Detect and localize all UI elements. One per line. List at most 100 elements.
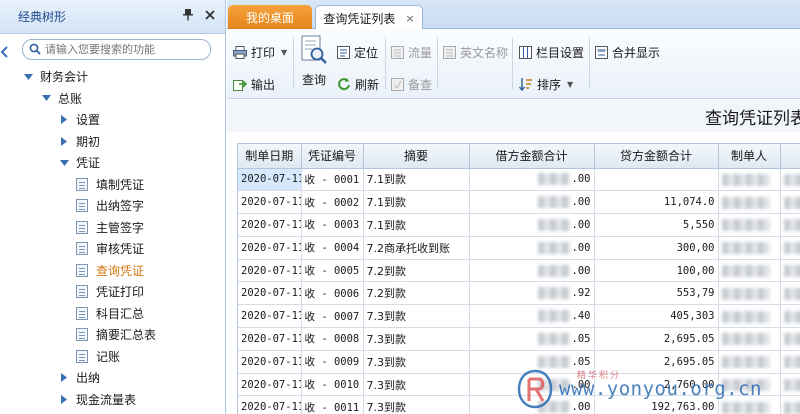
tree-node[interactable]: 总账: [0, 88, 225, 110]
redacted-mask: [537, 287, 570, 300]
table-row[interactable]: 2020-07-11 收 - 0001 7.1到款 .00: [238, 168, 800, 192]
document-icon: [76, 285, 88, 299]
pin-icon[interactable]: [179, 8, 197, 25]
redacted-mask: [537, 264, 570, 277]
tree-node[interactable]: 记账: [0, 346, 225, 368]
dropdown-caret-icon[interactable]: ▼: [281, 48, 287, 57]
sort-button[interactable]: 排序 ▼: [519, 75, 573, 93]
column-header[interactable]: 审: [780, 144, 800, 169]
merge-display-label: 合并显示: [612, 45, 661, 60]
column-header[interactable]: 制单日期: [238, 144, 302, 169]
tree-node[interactable]: 摘要汇总表: [0, 324, 225, 346]
tree-node[interactable]: 财务会计: [0, 66, 225, 88]
cell-summary: 7.3到款: [363, 304, 470, 329]
refresh-button[interactable]: 刷新: [337, 75, 379, 93]
table-row[interactable]: 2020-07-11 收 - 0004 7.2商承托收到账 .00 300,00: [238, 236, 800, 260]
tree-node-label: 总账: [58, 91, 83, 106]
expanded-chevron-icon[interactable]: [22, 73, 34, 80]
dropdown-caret-icon[interactable]: ▼: [567, 80, 573, 89]
query-button[interactable]: 查询: [297, 35, 331, 89]
collapsed-chevron-icon[interactable]: [58, 373, 70, 383]
tree-node[interactable]: 现金流量表: [0, 389, 225, 411]
redacted-mask: [783, 310, 800, 323]
column-header[interactable]: 凭证编号: [301, 144, 364, 169]
flow-button[interactable]: 流量: [391, 43, 432, 61]
tree-node[interactable]: 查询凭证: [0, 260, 225, 282]
tree-node[interactable]: 审核凭证: [0, 238, 225, 260]
cell-summary-text: 7.2到款: [366, 287, 407, 301]
cell-auditor: [780, 373, 800, 397]
cell-date-text: 2020-07-11: [241, 218, 301, 231]
cell-credit-text: 405,303: [670, 310, 715, 323]
table-row[interactable]: 2020-07-11 收 - 0007 7.3到款 .40 405,303: [238, 304, 800, 329]
cell-voucher-no: 收 - 0008: [301, 327, 364, 351]
table-row[interactable]: 2020-07-11 收 - 0005 7.2到款 .00 100,00: [238, 259, 800, 283]
cell-date: 2020-07-11: [238, 168, 302, 192]
cell-voucher-no-text: 收 - 0005: [304, 265, 360, 278]
redacted-mask: [783, 379, 800, 392]
tree-node-label: 出纳签字: [96, 199, 145, 214]
tree-node-label: 凭证打印: [96, 285, 145, 300]
refresh-icon: [337, 77, 351, 91]
refresh-label: 刷新: [355, 77, 380, 92]
expanded-chevron-icon[interactable]: [58, 159, 70, 166]
table-row[interactable]: 2020-07-11 收 - 0006 7.2到款 .92 553,79: [238, 281, 800, 306]
column-header[interactable]: 制单人: [718, 144, 781, 169]
tab-my-desktop[interactable]: 我的桌面: [228, 5, 312, 29]
english-name-button[interactable]: 英文名称: [443, 43, 508, 61]
close-icon[interactable]: [201, 9, 219, 24]
table-row[interactable]: 2020-07-11 收 - 0008 7.3到款 .05 2,695.05: [238, 327, 800, 351]
table-row[interactable]: 2020-07-11 收 - 0002 7.1到款 .00 11,074.0: [238, 190, 800, 215]
cell-date-text: 2020-07-11: [241, 264, 301, 277]
tab-voucher-list[interactable]: 查询凭证列表 ×: [315, 5, 423, 30]
cell-date-text: 2020-07-11: [241, 310, 301, 323]
locate-button[interactable]: 定位: [337, 43, 378, 61]
column-settings-label: 栏目设置: [536, 45, 585, 60]
tree-node[interactable]: 设置: [0, 109, 225, 131]
cell-debit: .00: [469, 236, 595, 260]
tree-node[interactable]: 凭证打印: [0, 281, 225, 303]
tree-node-label: 财务会计: [40, 70, 89, 85]
expanded-chevron-icon[interactable]: [40, 95, 52, 102]
print-button[interactable]: 打印 ▼: [233, 43, 287, 61]
tree-node[interactable]: 科目汇总: [0, 303, 225, 325]
cell-summary-text: 7.2商承托收到账: [366, 241, 451, 255]
function-tree: 财务会计总账设置 期初凭证填制凭证出纳签字主管签字 审核凭证 查询凭证凭证打印科目汇总…: [0, 64, 225, 410]
tree-node[interactable]: 出纳签字: [0, 195, 225, 217]
tree-node[interactable]: 凭证: [0, 152, 225, 174]
cell-summary-text: 7.1到款: [366, 173, 407, 187]
search-input[interactable]: [45, 42, 203, 57]
cell-credit: 11,074.0: [594, 190, 719, 215]
check-button[interactable]: 备查: [391, 75, 432, 93]
column-settings-button[interactable]: 栏目设置: [519, 43, 584, 61]
cell-voucher-no: 收 - 0011: [301, 395, 364, 414]
function-search-box[interactable]: [22, 39, 211, 60]
cell-debit: .00: [469, 259, 595, 283]
column-header[interactable]: 借方金额合计: [469, 144, 595, 169]
tree-node[interactable]: 出纳: [0, 367, 225, 389]
tree-node[interactable]: 主管签字: [0, 217, 225, 239]
merge-display-button[interactable]: 合并显示: [595, 43, 660, 61]
cell-credit-text: 5,550: [682, 218, 715, 231]
collapsed-chevron-icon[interactable]: [58, 136, 70, 146]
cell-credit: 405,303: [594, 304, 719, 329]
collapsed-chevron-icon[interactable]: [58, 115, 70, 125]
cell-summary: 7.3到款: [363, 395, 470, 414]
collapsed-chevron-icon[interactable]: [58, 394, 70, 404]
query-label: 查询: [301, 73, 326, 87]
tree-node[interactable]: 填制凭证: [0, 174, 225, 196]
column-header[interactable]: 摘要: [363, 144, 470, 169]
cell-maker: [718, 304, 781, 329]
cell-voucher-no: 收 - 0004: [301, 236, 364, 260]
tree-node-label: 凭证: [76, 156, 101, 171]
toolbar: 打印 ▼ 输出 查询 定位 刷新 流量 备查 英文名称 栏目设置 排序 ▼ 合并…: [227, 29, 800, 99]
document-icon: [76, 220, 88, 234]
table-row[interactable]: 2020-07-11 收 - 0003 7.1到款 .00 5,550: [238, 213, 800, 237]
tab-close-icon[interactable]: ×: [405, 12, 414, 25]
collapse-arrow-icon[interactable]: [0, 46, 8, 58]
cell-auditor: [780, 304, 800, 329]
tree-node[interactable]: 期初: [0, 131, 225, 153]
column-header[interactable]: 贷方金额合计: [594, 144, 719, 169]
export-button[interactable]: 输出: [233, 75, 275, 93]
cell-voucher-no-text: 收 - 0009: [304, 356, 360, 369]
